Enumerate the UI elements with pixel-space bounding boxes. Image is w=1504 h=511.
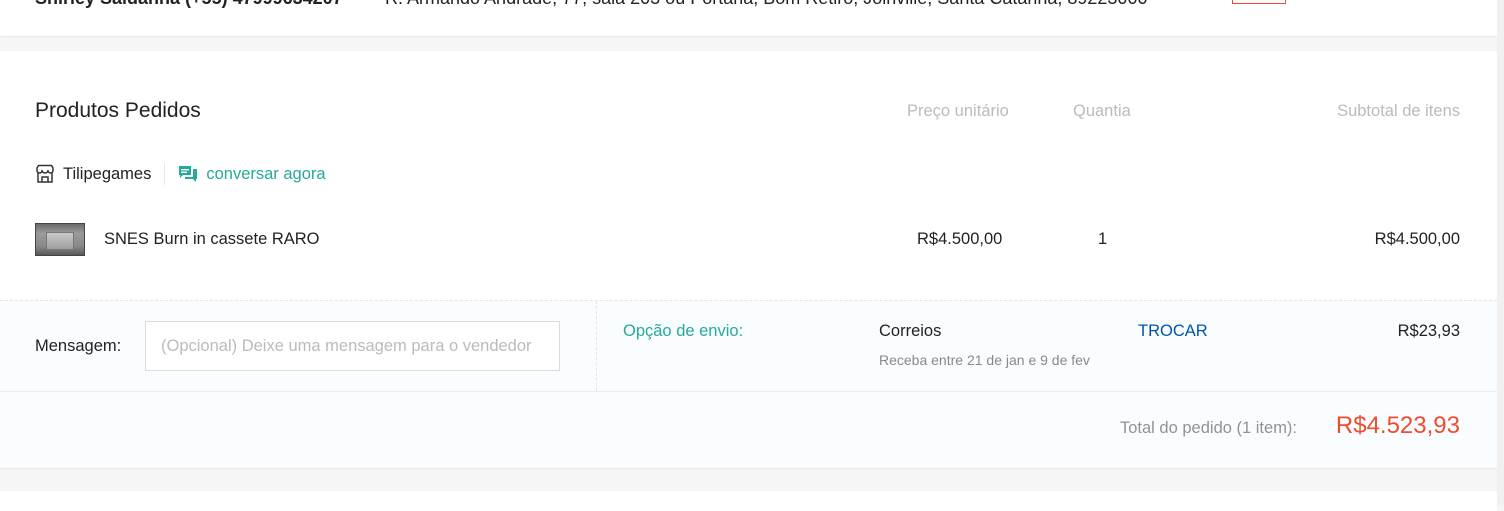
chat-now-label: conversar agora (206, 164, 326, 183)
change-shipping-button[interactable]: TROCAR (1138, 322, 1208, 341)
shop-header: Tilipegames conversar agora (35, 162, 326, 186)
order-total-label: Total do pedido (1 item): (1120, 419, 1298, 437)
product-thumbnail (35, 223, 85, 256)
recipient-address: R. Armando Andrade, 77, sala 203 ou Port… (385, 0, 1147, 9)
shipping-eta: Receba entre 21 de jan e 9 de fev (879, 352, 1090, 368)
order-total-value: R$4.523,93 (1335, 412, 1460, 439)
product-quantity: 1 (1098, 230, 1108, 248)
next-card (0, 491, 1497, 511)
column-header-quantity: Quantia (1073, 102, 1131, 120)
shipping-option-label: Opção de envio: (623, 322, 744, 340)
section-title: Produtos Pedidos (35, 99, 201, 122)
column-header-subtotal: Subtotal de itens (1337, 102, 1460, 120)
message-input[interactable] (145, 321, 560, 371)
message-label: Mensagem: (35, 337, 122, 355)
ordered-products-card: Produtos Pedidos Preço unitário Quantia … (0, 51, 1497, 468)
shop-name[interactable]: Tilipegames (63, 165, 151, 184)
chat-now-button[interactable]: conversar agora (178, 164, 326, 184)
page-scrollbar[interactable] (1497, 0, 1504, 506)
message-block: Mensagem: (0, 301, 597, 391)
store-icon (35, 164, 55, 184)
column-header-unit-price: Preço unitário (907, 102, 1009, 120)
product-subtotal: R$4.500,00 (1374, 230, 1460, 248)
recipient-name-phone: Shirley Saldanha (+55) 47999634207 (35, 0, 343, 9)
product-unit-price: R$4.500,00 (917, 230, 1003, 248)
address-card: Shirley Saldanha (+55) 47999634207 R. Ar… (0, 0, 1497, 36)
shipping-price: R$23,93 (1397, 322, 1460, 340)
shipping-method: Correios (879, 322, 942, 340)
default-address-badge (1232, 0, 1286, 4)
product-name: SNES Burn in cassete RARO (104, 230, 320, 248)
message-shipping-area: Mensagem: Opção de envio: Correios Receb… (0, 300, 1497, 468)
chat-icon (179, 166, 198, 182)
order-total-row: Total do pedido (1 item): R$4.523,93 (0, 391, 1497, 469)
divider (164, 163, 166, 185)
product-row: SNES Burn in cassete RARO R$4.500,00 1 R… (35, 223, 1460, 257)
